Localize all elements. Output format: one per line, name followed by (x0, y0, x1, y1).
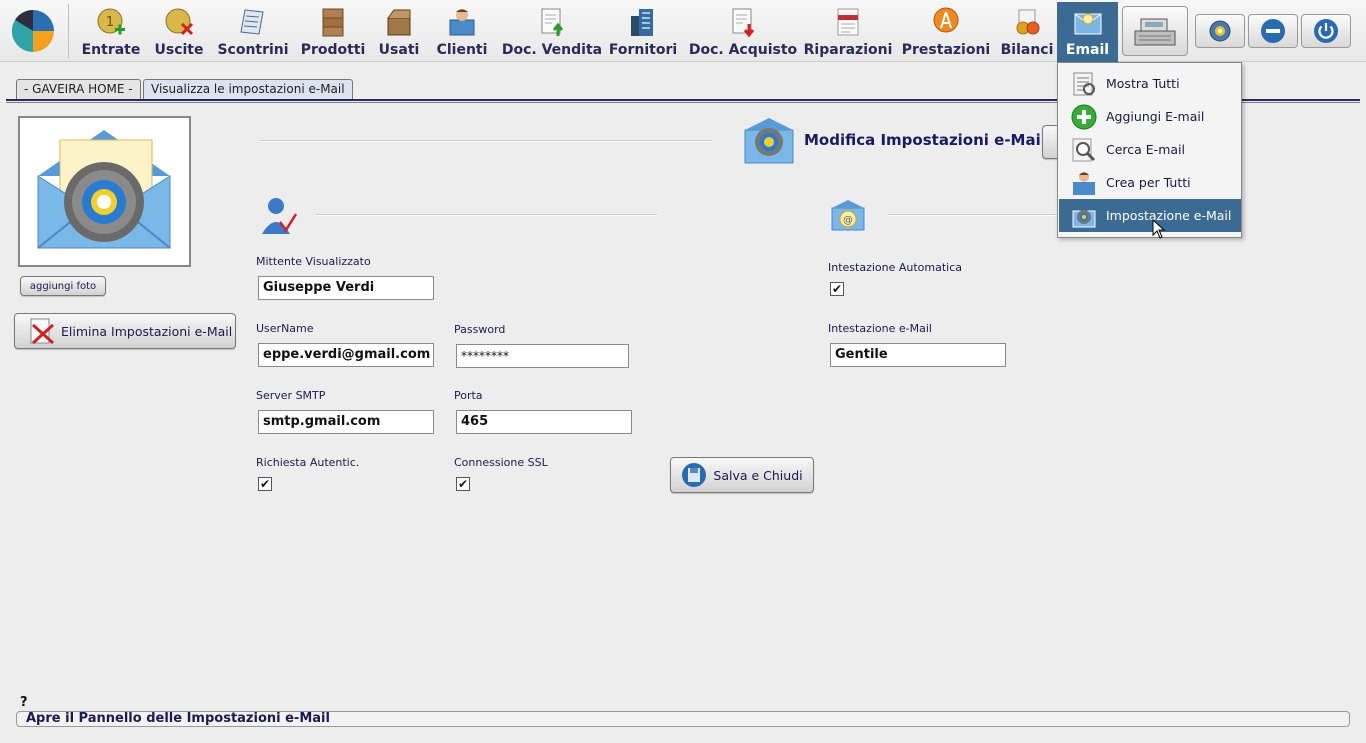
ssl-checkbox[interactable]: ✔ (456, 477, 470, 491)
password-label: Password (454, 323, 506, 336)
toolbar-divider (68, 4, 69, 58)
add-icon (1071, 104, 1097, 129)
menu-item-create-all[interactable]: Crea per Tutti (1059, 166, 1241, 199)
minimize-button[interactable] (1248, 14, 1298, 48)
help-marker[interactable]: ? (20, 695, 28, 710)
tab-email-settings[interactable]: Visualizza le impostazioni e-Mail (143, 79, 353, 100)
page-title: Modifica Impostazioni e-Mail (804, 131, 1046, 149)
cash-register-button[interactable] (1122, 6, 1188, 56)
status-bar: Apre il Pannello delle Impostazioni e-Ma… (16, 711, 1350, 727)
email-settings-icon (1072, 209, 1096, 227)
svg-text:@: @ (843, 215, 853, 226)
sender-label: Mittente Visualizzato (256, 255, 371, 268)
coin-plus-icon: 1 (97, 8, 125, 35)
create-all-icon (1073, 171, 1095, 195)
auth-label: Richiesta Autentic. (256, 456, 360, 469)
email-header-field[interactable]: Gentile (830, 343, 1006, 367)
open-box-icon (387, 9, 411, 36)
delete-email-settings-button[interactable]: Elimina Impostazioni e-Mail (14, 313, 236, 349)
document-out-icon (541, 8, 564, 36)
toolbar-doc-vendita[interactable]: Doc. Vendita (500, 0, 604, 62)
toolbar-usati[interactable]: Usati (374, 0, 424, 62)
floppy-icon (682, 463, 707, 487)
password-field[interactable]: ******** (456, 344, 629, 368)
toolbar-doc-acquisto[interactable]: Doc. Acquisto (688, 0, 798, 62)
toolbar-fornitori[interactable]: Fornitori (608, 0, 678, 62)
port-label: Porta (454, 389, 483, 402)
sender-field[interactable]: Giuseppe Verdi (258, 276, 434, 300)
pie-logo-icon (11, 9, 54, 53)
save-close-button[interactable]: Salva e Chiudi (670, 457, 814, 493)
email-icon (1074, 13, 1101, 35)
toolbar-riparazioni[interactable]: Riparazioni (804, 0, 892, 62)
technical-icon (837, 8, 859, 36)
user-icon (262, 198, 298, 234)
toolbar-prodotti[interactable]: Prodotti (300, 0, 366, 62)
status-text: Apre il Pannello delle Impostazioni e-Ma… (26, 711, 330, 726)
toolbar-bilanci[interactable]: Bilanci (998, 0, 1056, 62)
coin-minus-icon (165, 8, 194, 36)
power-icon (1314, 19, 1338, 43)
list-icon (1073, 72, 1095, 95)
auth-checkbox[interactable]: ✔ (258, 477, 272, 491)
email-dropdown-menu: Mostra Tutti Aggiungi E-mail Cerca E-mai… (1057, 62, 1242, 238)
tab-home[interactable]: - GAVEIRA HOME - (16, 79, 141, 100)
balance-icon (1016, 9, 1040, 35)
minimize-icon (1261, 19, 1285, 43)
email-settings-icon (37, 130, 171, 249)
customer-icon (449, 9, 475, 36)
compass-icon (933, 7, 959, 33)
username-field[interactable]: eppe.verdi@gmail.com (258, 343, 434, 367)
username-label: UserName (256, 322, 314, 335)
mouse-cursor-icon (1152, 219, 1166, 239)
add-photo-button[interactable]: aggiungi foto (20, 276, 106, 296)
app-logo[interactable] (10, 8, 56, 54)
toolbar-scontrini[interactable]: Scontrini (217, 0, 289, 62)
ssl-label: Connessione SSL (454, 456, 548, 469)
document-in-icon (732, 8, 755, 38)
email-section-rule (888, 214, 1058, 216)
toolbar-entrate[interactable]: 1 Entrate (80, 0, 142, 62)
toolbar-uscite[interactable]: Uscite (150, 0, 208, 62)
photo-frame (18, 116, 191, 267)
power-button[interactable] (1301, 14, 1351, 48)
delete-document-icon (30, 318, 55, 345)
toolbar-email[interactable]: Email (1057, 2, 1118, 62)
building-icon (631, 9, 653, 36)
email-section-icon-wrap: @ (830, 198, 866, 234)
email-settings-icon (744, 118, 794, 164)
menu-item-add-email[interactable]: Aggiungi E-mail (1059, 100, 1241, 133)
menu-item-show-all[interactable]: Mostra Tutti (1059, 67, 1241, 100)
user-section-rule (316, 214, 657, 216)
menu-item-email-settings[interactable]: Impostazione e-Mail (1059, 199, 1241, 232)
smtp-label: Server SMTP (256, 389, 326, 402)
main-toolbar: 1 Entrate Uscite Scontrini Prodotti Usat… (0, 0, 1366, 62)
toolbar-clienti[interactable]: Clienti (434, 0, 490, 62)
search-icon (1072, 138, 1096, 161)
cash-register-icon (1134, 18, 1176, 46)
auto-header-checkbox[interactable]: ✔ (830, 282, 844, 296)
toolbar-prestazioni[interactable]: Prestazioni (900, 0, 992, 62)
port-field[interactable]: 465 (456, 410, 632, 434)
user-section-icon-wrap (258, 196, 298, 236)
header-rule-left (260, 140, 712, 142)
settings-button[interactable] (1195, 14, 1245, 48)
email-at-icon: @ (831, 200, 865, 231)
email-settings-header-icon-wrap (742, 114, 796, 166)
receipt-icon (240, 9, 264, 35)
email-header-label: Intestazione e-Mail (828, 322, 932, 335)
boxes-icon (322, 8, 344, 37)
settings-icon (1209, 20, 1231, 42)
auto-header-label: Intestazione Automatica (828, 261, 963, 274)
smtp-field[interactable]: smtp.gmail.com (258, 410, 434, 434)
menu-item-search-email[interactable]: Cerca E-mail (1059, 133, 1241, 166)
svg-text:1: 1 (106, 15, 114, 30)
